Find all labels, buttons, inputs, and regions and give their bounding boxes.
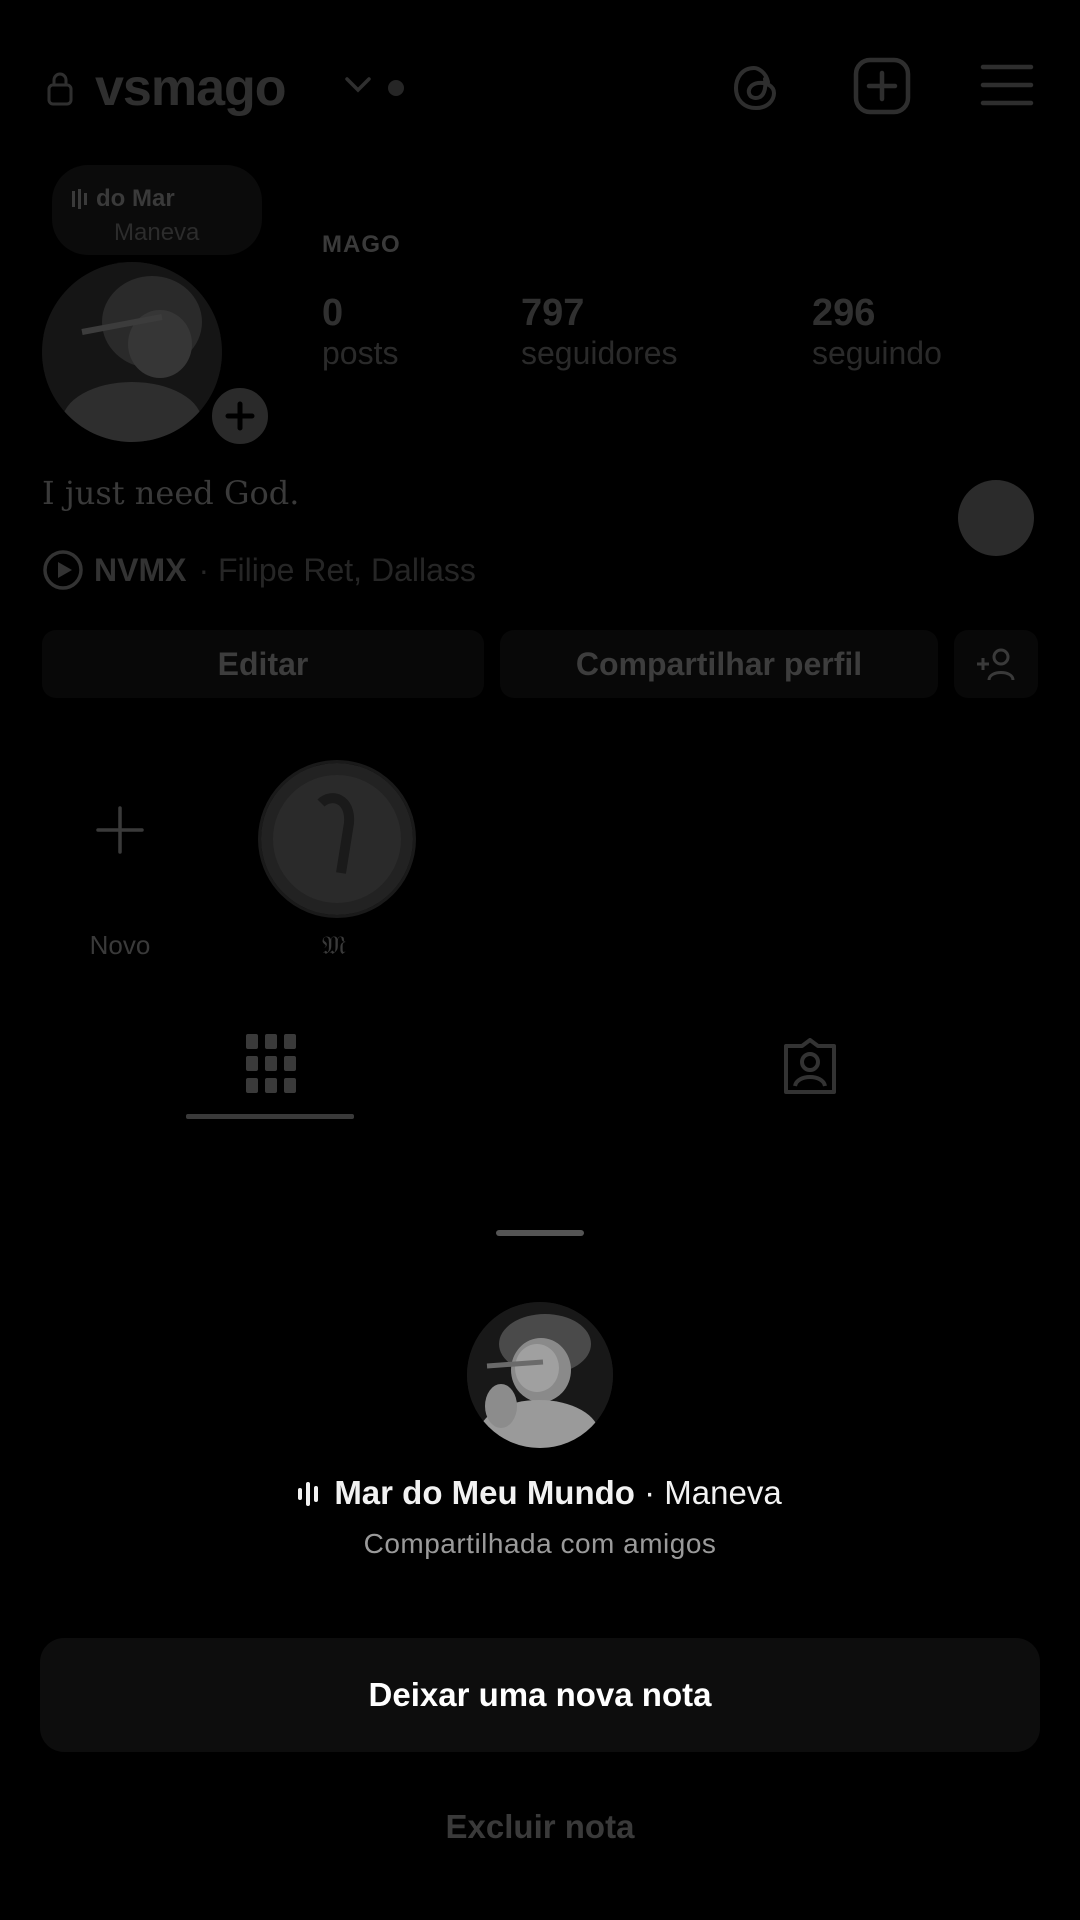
- active-tab-indicator: [186, 1114, 354, 1119]
- profile-bio: I just need God.: [42, 474, 300, 512]
- plus-icon: [96, 806, 144, 854]
- leave-new-note-button[interactable]: Deixar uma nova nota: [40, 1638, 1040, 1752]
- highlight-image: [261, 763, 413, 915]
- stat-posts-value: 0: [322, 292, 344, 334]
- sheet-drag-handle[interactable]: [496, 1230, 584, 1236]
- audio-bars-icon: [72, 189, 87, 209]
- stat-following[interactable]: 296 seguindo: [812, 292, 942, 372]
- stat-posts-label: posts: [322, 335, 399, 371]
- floating-circle-button[interactable]: [958, 480, 1034, 556]
- stat-posts[interactable]: 0 posts: [322, 292, 398, 372]
- note-bottom-sheet: Mar do Meu Mundo · Maneva Compartilhada …: [0, 1196, 1080, 1920]
- highlight-item[interactable]: [258, 760, 416, 918]
- note-bubble[interactable]: do Mar Maneva: [52, 165, 262, 255]
- add-square-icon[interactable]: [852, 56, 912, 116]
- stat-following-label: seguindo: [812, 335, 942, 371]
- sheet-avatar-image: [467, 1302, 613, 1448]
- chevron-down-icon[interactable]: [344, 76, 372, 94]
- highlight-item-label: 𝔐: [322, 930, 346, 960]
- lock-icon: [47, 72, 73, 106]
- music-artist: · Filipe Ret, Dallass: [198, 551, 476, 588]
- share-profile-button[interactable]: Compartilhar perfil: [500, 630, 938, 698]
- add-story-button[interactable]: [208, 384, 272, 448]
- stat-followers-label: seguidores: [521, 335, 678, 371]
- add-person-icon: [977, 648, 1015, 681]
- notification-dot: [388, 80, 404, 96]
- stat-followers[interactable]: 797 seguidores: [521, 292, 678, 372]
- sheet-song-artist: · Maneva: [634, 1474, 782, 1511]
- add-person-button[interactable]: [954, 630, 1038, 698]
- note-bubble-line1: do Mar: [96, 185, 175, 212]
- stat-followers-value: 797: [521, 292, 585, 334]
- sheet-song-title: Mar do Meu Mundo: [334, 1474, 635, 1511]
- avatar-image: [42, 262, 222, 442]
- sheet-avatar: [467, 1302, 613, 1448]
- play-circle-icon: [43, 550, 83, 590]
- edit-profile-button[interactable]: Editar: [42, 630, 484, 698]
- grid-icon[interactable]: [246, 1034, 296, 1094]
- highlight-new-label: Novo: [89, 930, 151, 960]
- plus-icon: [225, 401, 255, 431]
- profile-display-name: MAGO: [322, 231, 401, 258]
- delete-note-button[interactable]: Excluir nota: [0, 1808, 1080, 1846]
- hamburger-menu-icon[interactable]: [980, 62, 1034, 108]
- music-song: NVMX: [94, 551, 187, 588]
- note-bubble-line2: Maneva: [114, 219, 200, 246]
- threads-icon[interactable]: [728, 60, 784, 116]
- sheet-subtitle: Compartilhada com amigos: [363, 1528, 717, 1559]
- stat-following-value: 296: [812, 292, 876, 334]
- sheet-song: Mar do Meu Mundo · Maneva: [0, 1474, 1080, 1512]
- profile-avatar[interactable]: [42, 262, 222, 442]
- highlight-new[interactable]: [50, 760, 190, 900]
- profile-username[interactable]: vsmago: [95, 58, 287, 118]
- tagged-person-icon[interactable]: [780, 1038, 840, 1094]
- profile-music[interactable]: NVMX · Filipe Ret, Dallass: [42, 548, 476, 592]
- audio-bars-icon: [298, 1482, 319, 1506]
